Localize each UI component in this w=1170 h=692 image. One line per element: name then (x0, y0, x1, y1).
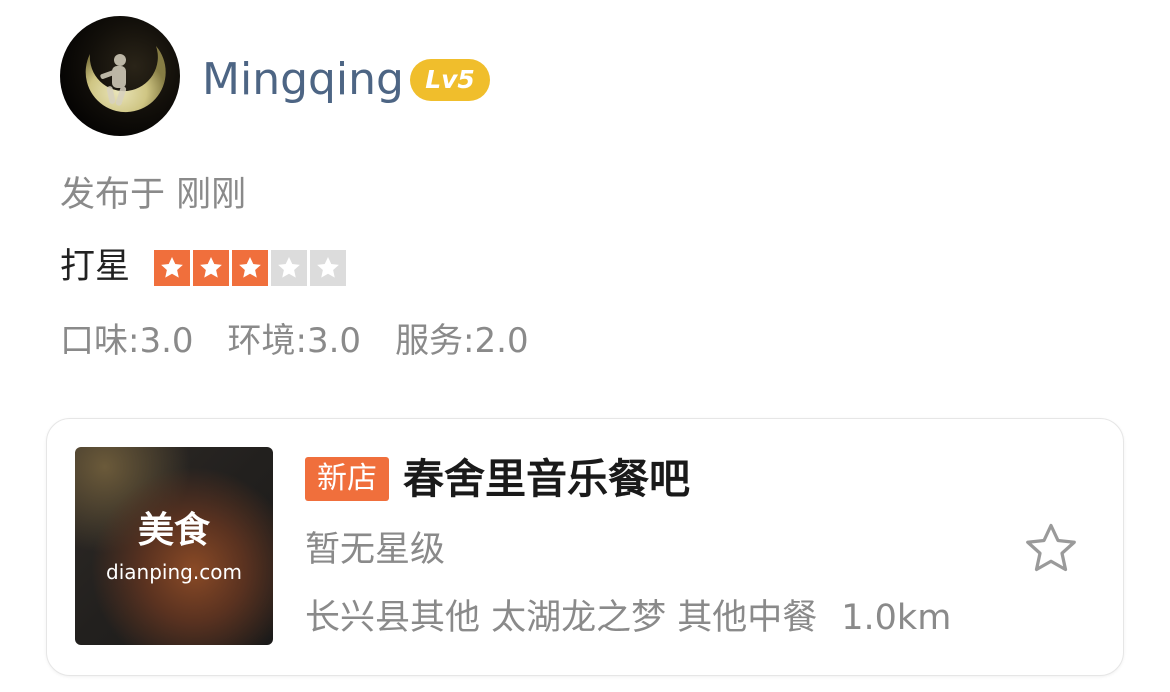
rating-label: 打星 (60, 247, 131, 287)
user-avatar[interactable] (60, 16, 180, 136)
thumbnail-site: dianping.com (106, 560, 242, 584)
sub-scores: 口味:3.0 环境:3.0 服务:2.0 (60, 318, 529, 364)
shop-name[interactable]: 春舍里音乐餐吧 (403, 453, 690, 505)
level-badge: Lv5 (410, 59, 490, 101)
rating-star-icon (193, 250, 229, 286)
shop-region: 长兴县其他 太湖龙之梦 其他中餐 (305, 598, 818, 638)
publish-value: 刚刚 (176, 175, 247, 215)
star-outline-icon (1026, 523, 1076, 572)
rating-star-icon (232, 250, 268, 286)
shop-thumbnail[interactable]: 美食 dianping.com (75, 447, 273, 645)
rating-star-icon (310, 250, 346, 286)
shop-star-level: 暂无星级 (305, 530, 446, 570)
new-shop-badge: 新店 (305, 457, 389, 501)
publish-time: 发布于 刚刚 (60, 172, 246, 218)
sub-score: 口味:3.0 (60, 321, 194, 361)
rating-star-icon (154, 250, 190, 286)
thumbnail-title: 美食 (137, 510, 210, 551)
crescent-moon-avatar-image (85, 46, 166, 113)
sub-score: 服务:2.0 (395, 321, 529, 361)
sub-score: 环境:3.0 (227, 321, 362, 361)
username[interactable]: Mingqing (202, 52, 404, 108)
rating-star-icon (271, 250, 307, 286)
shop-meta: 长兴县其他 太湖龙之梦 其他中餐 1.0km (305, 595, 951, 641)
publish-prefix: 发布于 (60, 175, 166, 215)
rating-stars (154, 250, 346, 286)
shop-distance: 1.0km (841, 598, 952, 638)
favorite-button[interactable] (1021, 519, 1081, 579)
shop-card[interactable]: 美食 dianping.com 新店 春舍里音乐餐吧 暂无星级 长兴县其他 太湖… (46, 418, 1124, 676)
